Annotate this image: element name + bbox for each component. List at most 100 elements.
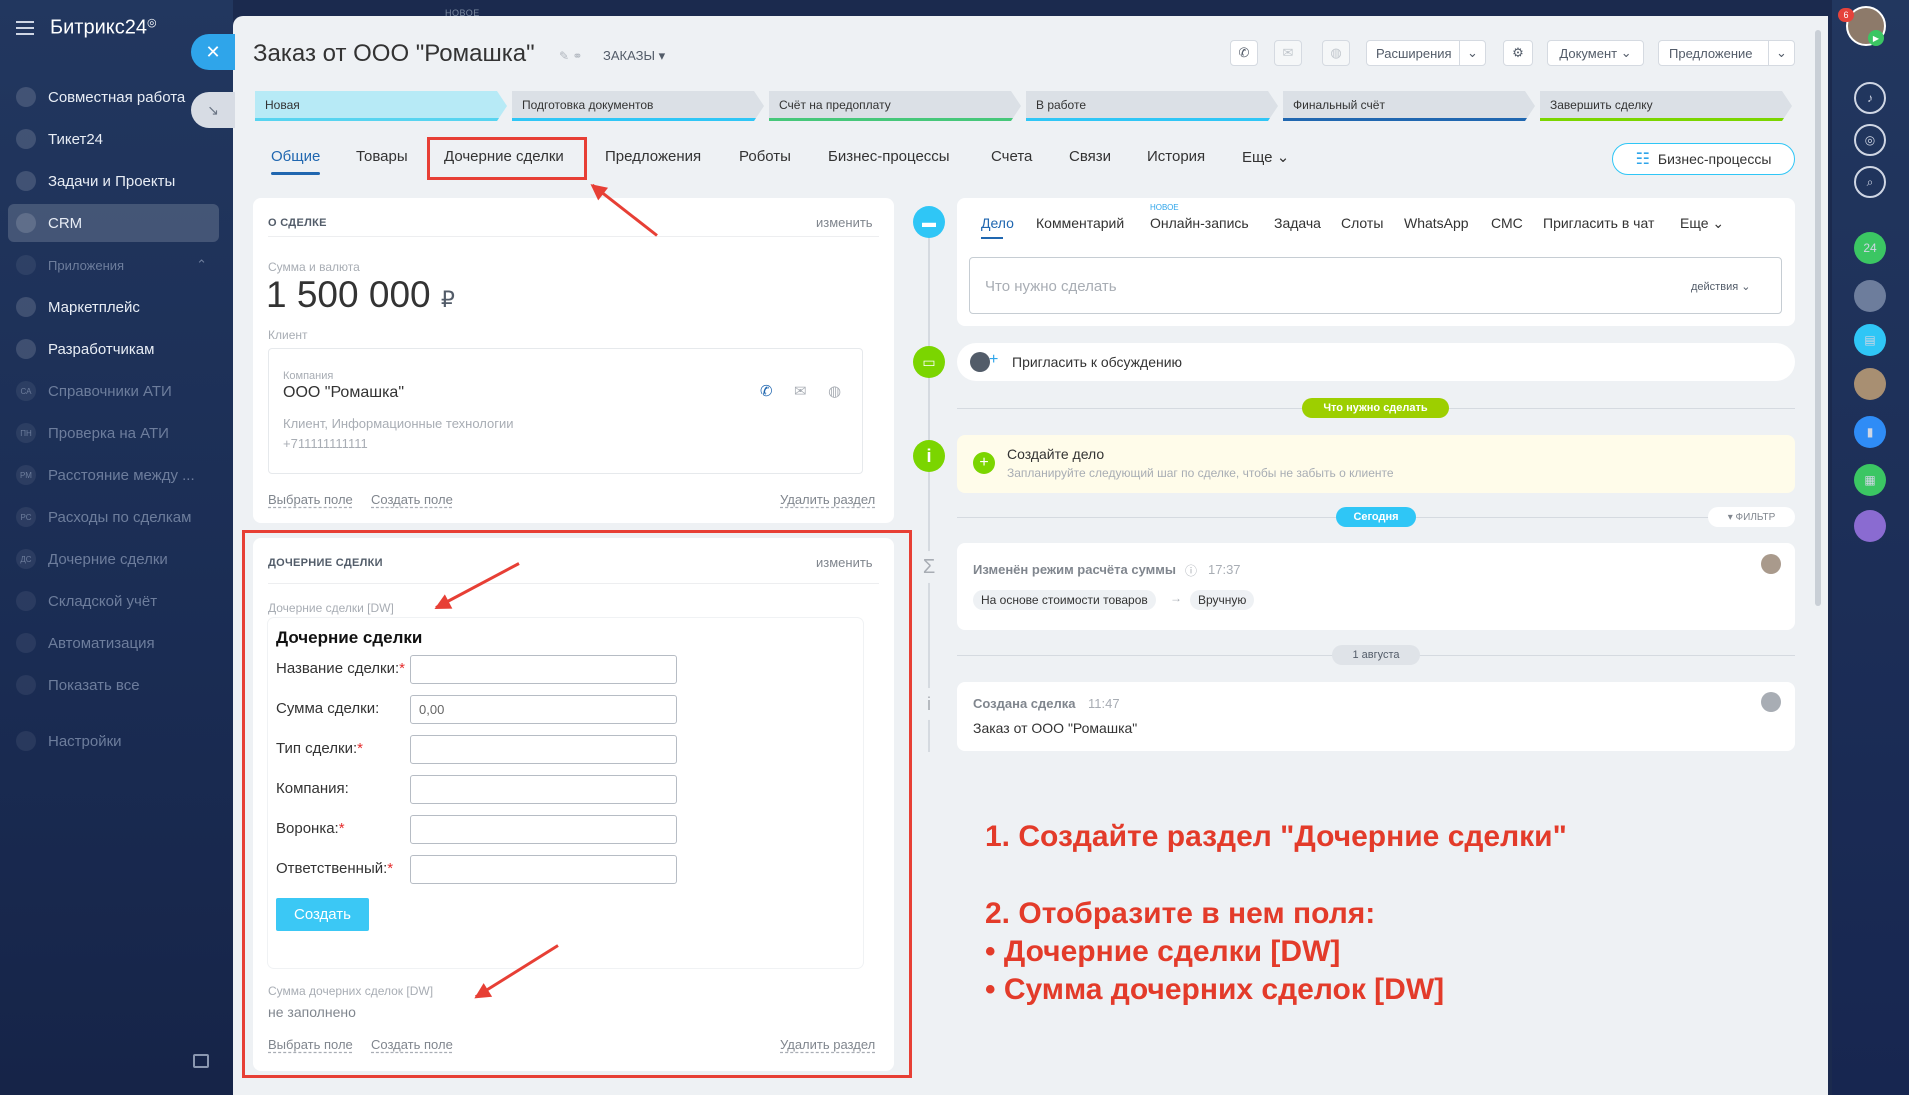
sidebar-item-label: Проверка на АТИ (48, 424, 169, 442)
about-edit-link[interactable]: изменить (816, 215, 873, 230)
tab-3[interactable]: Предложения (605, 148, 701, 165)
timeline-tab-8[interactable]: Еще ⌄ (1680, 215, 1724, 232)
menu-icon[interactable] (16, 21, 34, 35)
collapse-arrow-icon: ↘ (207, 101, 219, 118)
author-avatar[interactable] (1761, 554, 1781, 574)
sidebar-item-11[interactable]: ДС Дочерние сделки (8, 540, 219, 578)
filter-button[interactable]: ▾ ФИЛЬТР (1708, 507, 1795, 527)
email-button[interactable]: ✉ (1274, 40, 1302, 66)
timeline-tab-3[interactable]: Задача (1274, 215, 1321, 231)
sidebar-item-15[interactable]: Настройки (8, 722, 219, 760)
choose-field-link[interactable]: Выбрать поле (268, 492, 353, 507)
sidebar-item-0[interactable]: Совместная работа (8, 78, 219, 116)
b24-icon[interactable]: 24 (1854, 232, 1886, 264)
contact-avatar-1[interactable] (1854, 280, 1886, 312)
tab-5[interactable]: Бизнес-процессы (828, 148, 950, 165)
printer-icon[interactable] (193, 1054, 209, 1068)
chat-bubble-icon[interactable]: ◍ (828, 382, 841, 400)
target-icon[interactable]: ◎ (1854, 124, 1886, 156)
offer-button[interactable]: Предложение ⌄ (1658, 40, 1795, 66)
sidebar-item-13[interactable]: Автоматизация (8, 624, 219, 662)
tab-0[interactable]: Общие (271, 148, 320, 165)
sidebar-item-9[interactable]: РМ Расстояние между ... (8, 456, 219, 494)
company-name[interactable]: ООО "Ромашка" (283, 384, 404, 402)
tab-9[interactable]: Еще ⌄ (1242, 148, 1289, 166)
pipeline-selector[interactable]: ЗАКАЗЫ ▾ (603, 48, 665, 64)
create-field-link[interactable]: Создать поле (371, 492, 453, 507)
sidebar-item-5[interactable]: Маркетплейс (8, 288, 219, 326)
instruction-step-2: 2. Отобразите в нем поля: (985, 897, 1376, 930)
date-pill: 1 августа (1332, 645, 1420, 665)
notes-icon[interactable]: ▦ (1854, 464, 1886, 496)
mail-icon[interactable]: ✉ (794, 382, 807, 400)
phone-icon[interactable]: ✆ (760, 382, 773, 400)
timeline-tab-7[interactable]: Пригласить в чат (1543, 215, 1654, 231)
todo-pill: Что нужно сделать (1302, 398, 1449, 418)
stage-1[interactable]: Подготовка документов (512, 91, 764, 121)
messages-icon[interactable]: ▤ (1854, 324, 1886, 356)
sidebar-item-6[interactable]: Разработчикам (8, 330, 219, 368)
timeline-tab-6[interactable]: СМС (1491, 215, 1523, 231)
sidebar-item-1[interactable]: Тикет24 (8, 120, 219, 158)
instruction-field-2: • Сумма дочерних сделок [DW] (985, 973, 1445, 1006)
sidebar-item-12[interactable]: Складской учёт (8, 582, 219, 620)
actions-dropdown[interactable]: действия ⌄ (1691, 280, 1750, 293)
create-task-card[interactable] (957, 435, 1795, 493)
divider (268, 236, 879, 237)
extensions-button[interactable]: Расширения ⌄ (1366, 40, 1486, 66)
instruction-step-1: 1. Создайте раздел "Дочерние сделки" (985, 820, 1567, 853)
help-icon[interactable]: ⓘ (1185, 562, 1197, 579)
call-button[interactable]: ✆ (1230, 40, 1258, 66)
timeline-tab-4[interactable]: Слоты (1341, 215, 1383, 231)
sidebar-item-8[interactable]: ПН Проверка на АТИ (8, 414, 219, 452)
sidebar-item-3[interactable]: CRM (8, 204, 219, 242)
chat-search-icon[interactable]: ⌕ (1854, 166, 1886, 198)
close-icon: ✕ (205, 41, 221, 62)
stage-0[interactable]: Новая (255, 91, 507, 121)
phone-icon: ✆ (1238, 45, 1250, 60)
timeline-tab-0[interactable]: Дело (981, 215, 1014, 231)
plus-icon[interactable]: + (989, 351, 998, 369)
sidebar-item-7[interactable]: СА Справочники АТИ (8, 372, 219, 410)
bookmark-icon[interactable]: ▮ (1854, 416, 1886, 448)
sidebar-item-4[interactable]: Приложения ⌃ (8, 246, 219, 284)
stage-3[interactable]: В работе (1026, 91, 1278, 121)
contact-avatar-2[interactable] (1854, 368, 1886, 400)
collapse-slider-button[interactable]: ↘ (191, 92, 235, 128)
bell-icon[interactable]: ♪ (1854, 82, 1886, 114)
stage-5[interactable]: Завершить сделку (1540, 91, 1792, 121)
delete-section-link[interactable]: Удалить раздел (780, 492, 875, 507)
tab-1[interactable]: Товары (356, 148, 408, 165)
badge-rs: РС (16, 507, 36, 527)
panel-scrollbar[interactable] (1815, 30, 1821, 606)
sidebar-item-2[interactable]: Задачи и Проекты (8, 162, 219, 200)
event2-title: Создана сделка (973, 696, 1076, 711)
tab-6[interactable]: Счета (991, 148, 1032, 165)
company-phone[interactable]: +711111111111 (283, 436, 368, 451)
contact-avatar-3[interactable] (1854, 510, 1886, 542)
close-slider-button[interactable]: ✕ (191, 34, 235, 70)
settings-button[interactable]: ⚙ (1503, 40, 1533, 66)
chevron-down-icon[interactable]: ⌄ (1459, 41, 1485, 65)
logo[interactable]: Битрикс24◎ (50, 16, 157, 40)
chevron-down-icon[interactable]: ⌄ (1768, 41, 1794, 65)
amount-value[interactable]: 1 500 000 ₽ (266, 274, 455, 316)
tab-8[interactable]: История (1147, 148, 1205, 165)
sidebar-item-label: Приложения (48, 257, 125, 273)
edit-link-icons[interactable]: ✎ ⚭ (559, 49, 582, 63)
timeline-tab-5[interactable]: WhatsApp (1404, 215, 1469, 231)
stage-2[interactable]: Счёт на предоплату (769, 91, 1021, 121)
sidebar-item-10[interactable]: РС Расходы по сделкам (8, 498, 219, 536)
author-avatar[interactable] (1761, 692, 1781, 712)
stage-4[interactable]: Финальный счёт (1283, 91, 1535, 121)
sidebar-item-14[interactable]: Показать все (8, 666, 219, 704)
tab-4[interactable]: Роботы (739, 148, 791, 165)
timeline-tab-1[interactable]: Комментарий (1036, 215, 1124, 231)
plus-circle-icon[interactable]: + (973, 452, 995, 474)
chevron-up-icon[interactable]: ⌃ (196, 257, 207, 273)
timeline-tab-2[interactable]: Онлайн-запись (1150, 215, 1249, 231)
document-button[interactable]: Документ ⌄ (1547, 40, 1644, 66)
chat-button[interactable]: ◍ (1322, 40, 1350, 66)
tab-7[interactable]: Связи (1069, 148, 1111, 165)
business-processes-button[interactable]: ☷ Бизнес-процессы (1612, 143, 1795, 175)
